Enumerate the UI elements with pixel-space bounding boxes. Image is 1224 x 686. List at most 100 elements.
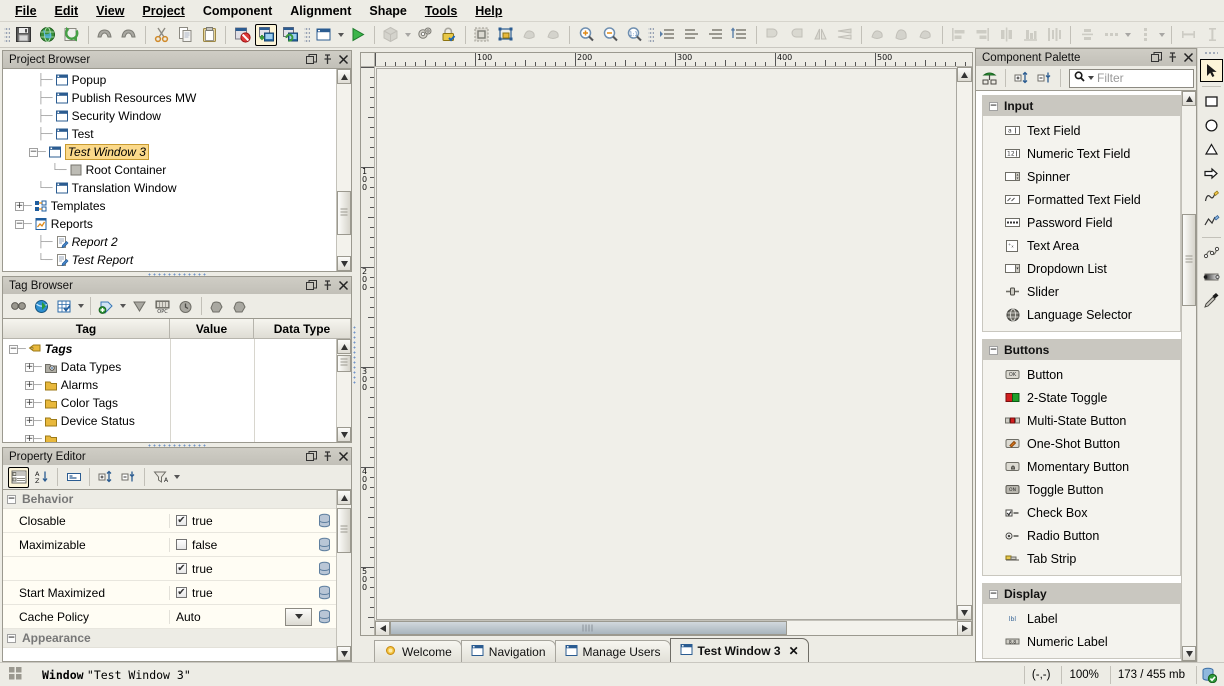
toolbar-grip[interactable]	[648, 26, 654, 44]
redo-icon[interactable]	[118, 24, 140, 46]
float-icon[interactable]	[303, 449, 319, 464]
float-icon[interactable]	[303, 52, 319, 67]
tree-expander-plus[interactable]: +	[15, 202, 24, 211]
palette-item-button[interactable]: OK Button	[983, 363, 1180, 386]
categorized-view-icon[interactable]	[8, 467, 29, 488]
palette-item-toggle-button[interactable]: ON Toggle Button	[983, 478, 1180, 501]
group-icon[interactable]	[494, 24, 516, 46]
palette-item-slider[interactable]: Slider	[983, 280, 1180, 303]
shape-blob-icon[interactable]	[891, 24, 913, 46]
tag-node-partial[interactable]: + ─	[3, 430, 336, 442]
palette-filter-field[interactable]: Filter	[1069, 69, 1194, 88]
close-icon[interactable]	[335, 52, 351, 67]
shape-path-icon[interactable]	[867, 24, 889, 46]
triangle-icon[interactable]	[1200, 138, 1223, 161]
tree-expander-minus[interactable]: −	[989, 102, 998, 111]
binding-icon[interactable]	[312, 537, 336, 552]
tree-expander-plus[interactable]: +	[25, 435, 34, 443]
chevron-down-icon[interactable]	[403, 24, 413, 46]
tag-node-tags[interactable]: − ─ Tags	[3, 340, 336, 358]
palette-item-text-area[interactable]: ⁺ₓ Text Area	[983, 234, 1180, 257]
refresh-icon[interactable]	[61, 24, 83, 46]
tree-expander-minus[interactable]: −	[7, 495, 16, 504]
match-width-icon[interactable]	[1177, 24, 1199, 46]
tree-node-publish-resources-mw[interactable]: ├─ Publish Resources MW	[3, 89, 336, 107]
close-icon[interactable]	[1180, 50, 1196, 65]
tag-column-header[interactable]: Tag	[3, 319, 170, 339]
tree-expander-minus[interactable]: −	[29, 148, 38, 157]
palette-item-tab-strip[interactable]: Tab Strip	[983, 547, 1180, 570]
palette-group-header[interactable]: − Buttons	[983, 340, 1180, 360]
float-icon[interactable]	[303, 278, 319, 293]
designer-mode-icon[interactable]	[255, 24, 277, 46]
palette-item-numeric-label[interactable]: 8.8 Numeric Label	[983, 630, 1180, 653]
checkbox-checked[interactable]: ✔	[176, 587, 187, 598]
property-row-maximizable[interactable]: Maximizable false	[3, 533, 336, 557]
history-icon[interactable]	[175, 296, 196, 317]
palette-group-header[interactable]: − Display	[983, 584, 1180, 604]
shape-union-icon[interactable]	[518, 24, 540, 46]
tree-expander-minus[interactable]: −	[989, 346, 998, 355]
scroll-thumb[interactable]	[390, 621, 787, 635]
filter-icon[interactable]: A	[150, 467, 171, 488]
menu-project[interactable]: Project	[133, 2, 193, 20]
scroll-track[interactable]	[390, 621, 957, 635]
play-icon[interactable]	[347, 24, 369, 46]
tree-expander-minus[interactable]: −	[15, 220, 24, 229]
rotate-right-icon[interactable]	[786, 24, 808, 46]
tab-test-window-3[interactable]: Test Window 3 ✕	[670, 638, 809, 662]
float-icon[interactable]	[1148, 50, 1164, 65]
palette-item-2-state-toggle[interactable]: 2-State Toggle	[983, 386, 1180, 409]
chevron-down-icon[interactable]	[1088, 76, 1094, 80]
scroll-track[interactable]	[337, 354, 351, 427]
tab-manage-users[interactable]: Manage Users	[555, 640, 671, 662]
tag-table-body[interactable]: − ─ Tags + ─	[3, 339, 351, 442]
expand-all-icon[interactable]	[95, 467, 116, 488]
status-memory[interactable]: 173 / 455 mb	[1110, 666, 1192, 684]
palette-item-dropdown-list[interactable]: Dropdown List	[983, 257, 1180, 280]
collapse-all-icon[interactable]	[118, 467, 139, 488]
scroll-up-arrow[interactable]	[337, 490, 351, 505]
scroll-right-arrow[interactable]	[957, 621, 972, 636]
undo-icon[interactable]	[94, 24, 116, 46]
scroll-track[interactable]	[337, 84, 351, 256]
spacing-horizontal-icon[interactable]	[1100, 24, 1122, 46]
align-center-icon[interactable]	[995, 24, 1017, 46]
chevron-down-icon[interactable]	[1157, 24, 1167, 46]
drag-out-icon[interactable]	[230, 296, 251, 317]
scroll-thumb[interactable]	[337, 355, 351, 373]
tree-node-test[interactable]: ├─ Test	[3, 125, 336, 143]
indent-increase-icon[interactable]	[657, 24, 679, 46]
scroll-down-arrow[interactable]	[337, 256, 351, 271]
property-value[interactable]: ✔ true	[170, 562, 312, 576]
polyline-icon[interactable]	[1200, 210, 1223, 233]
tag-node-data-types[interactable]: + ─ Data Types	[3, 358, 336, 376]
scroll-thumb[interactable]	[337, 191, 351, 236]
preview-mode-icon[interactable]	[279, 24, 301, 46]
opc-icon[interactable]: OPC	[152, 296, 173, 317]
match-height-icon[interactable]	[1201, 24, 1223, 46]
palette-item-one-shot-button[interactable]: One-Shot Button	[983, 432, 1180, 455]
palette-item-label[interactable]: lbl Label	[983, 607, 1180, 630]
tag-node-color-tags[interactable]: + ─ Color Tags	[3, 394, 336, 412]
scroll-down-arrow[interactable]	[337, 646, 351, 661]
palette-vscrollbar[interactable]	[1181, 91, 1196, 661]
rotate-left-icon[interactable]	[762, 24, 784, 46]
distribute-vertical-icon[interactable]	[1076, 24, 1098, 46]
horizontal-ruler[interactable]: 100200300400500	[375, 53, 972, 67]
browse-tags-icon[interactable]	[8, 296, 29, 317]
tool-strip-grip[interactable]	[1204, 51, 1218, 56]
description-icon[interactable]	[63, 467, 84, 488]
menu-edit[interactable]: Edit	[46, 2, 88, 20]
tree-expander-plus[interactable]: +	[25, 399, 34, 408]
security-lock-icon[interactable]	[438, 24, 460, 46]
tag-node-device-status[interactable]: + ─ Device Status	[3, 412, 336, 430]
property-row-resizeable[interactable]: ✔ true	[3, 557, 336, 581]
binding-icon[interactable]	[312, 609, 336, 624]
tag-browser-table[interactable]: Tag Value Data Type − ─	[2, 318, 352, 443]
tab-close-icon[interactable]: ✕	[789, 644, 799, 658]
binding-icon[interactable]	[312, 585, 336, 600]
toolbar-grip[interactable]	[304, 26, 310, 44]
zoom-reset-icon[interactable]: 1:1	[623, 24, 645, 46]
palette-item-numeric-text-field[interactable]: 12 Numeric Text Field	[983, 142, 1180, 165]
